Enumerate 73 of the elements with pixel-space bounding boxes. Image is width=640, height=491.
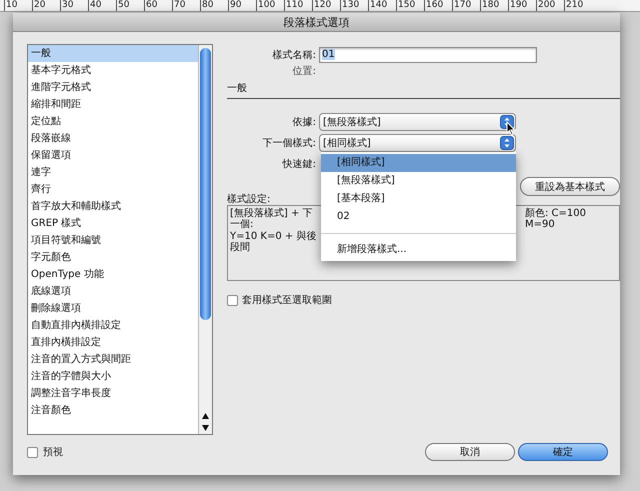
category-item[interactable]: 基本字元格式 [28,62,198,79]
based-on-select[interactable]: [無段落樣式] [319,112,516,130]
category-item[interactable]: 直排內橫排設定 [28,334,198,351]
ruler-label: 190 [508,0,536,11]
category-item[interactable]: 字元顏色 [28,249,198,266]
ruler-label: 110 [284,0,312,11]
category-item[interactable]: 底線選項 [28,283,198,300]
next-style-select[interactable]: [相同樣式] [319,134,516,152]
reset-button[interactable]: 重設為基本樣式 [520,177,620,196]
window-title: 段落樣式選項 [284,14,350,30]
category-item[interactable]: 定位點 [28,113,198,130]
category-item[interactable]: 注音的置入方式與間距 [28,351,198,368]
menu-item[interactable]: 02 [321,208,516,226]
ruler-label: 20 [32,0,60,11]
settings-text: [無段落樣式] + 下一個: [230,208,314,230]
ruler-label: 150 [396,0,424,11]
settings-text: 顏色: C=100 M=90 [525,208,587,230]
checkbox[interactable] [227,294,238,306]
ruler-label: 180 [480,0,508,11]
field-label: 快速鍵: [281,158,317,170]
field-label: 樣式名稱: [272,48,317,62]
ruler-label: 60 [144,0,172,11]
category-item[interactable]: 首字放大和輔助樣式 [28,198,198,215]
section-title: 一般 [227,81,620,99]
ruler-label: 140 [368,0,396,11]
mouse-pointer-icon [506,121,516,136]
section-label: 樣式設定: [227,192,270,205]
ruler-label: 160 [424,0,452,11]
ruler-label: 130 [340,0,368,11]
menu-item[interactable]: 新增段落樣式... [321,241,516,259]
ruler-label: 120 [312,0,340,11]
ruler-label: 90 [228,0,256,11]
category-item[interactable]: 項目符號和編號 [28,232,198,249]
checkbox-label: 預視 [43,446,63,459]
checkbox[interactable] [27,446,38,458]
category-item[interactable]: 刪除線選項 [28,300,198,317]
menu-item[interactable]: [基本段落] [321,190,516,208]
category-item[interactable]: 進階字元格式 [28,79,198,96]
category-item[interactable]: 縮排和間距 [28,96,198,113]
settings-text: Y=10 K=0 + 與後段間 [230,231,318,253]
style-name-field[interactable]: 01 [319,46,537,62]
category-item[interactable]: 注音的字體與大小 [28,368,198,385]
menu-item[interactable]: [無段落樣式] [321,172,516,190]
field-label: 依據: [292,116,317,128]
ruler-label: 40 [88,0,116,11]
category-item[interactable]: 一般 [28,45,198,62]
ruler-label: 170 [452,0,480,11]
scrollbar-thumb[interactable] [200,48,211,320]
stepper-icon [500,136,514,150]
category-item[interactable]: 齊行 [28,181,198,198]
scrollbar[interactable] [198,45,212,434]
checkbox-label: 套用樣式至選取範圍 [242,294,332,307]
ruler-label: 70 [172,0,200,11]
menu-item[interactable]: [相同樣式] [321,154,516,172]
category-item[interactable]: GREP 樣式 [28,215,198,232]
category-item[interactable]: 段落嵌線 [28,130,198,147]
ruler-label: 80 [200,0,228,11]
ruler-label: 50 [116,0,144,11]
ok-button[interactable]: 確定 [518,443,608,461]
category-item[interactable]: OpenType 功能 [28,266,198,283]
ruler-label: 210 [564,0,592,11]
ruler-label: 30 [60,0,88,11]
field-label: 位置: [292,64,317,78]
field-label: 下一個樣式: [262,136,317,150]
category-item[interactable]: 保留選項 [28,147,198,164]
category-item[interactable]: 自動直排內橫排設定 [28,317,198,334]
ruler-label: 10 [4,0,32,11]
ruler-label: 200 [536,0,564,11]
cancel-button[interactable]: 取消 [425,443,515,461]
category-item[interactable]: 連字 [28,164,198,181]
category-item[interactable]: 調整注音字串長度 [28,385,198,402]
category-item[interactable]: 注音顏色 [28,402,198,419]
ruler-label: 100 [256,0,284,11]
